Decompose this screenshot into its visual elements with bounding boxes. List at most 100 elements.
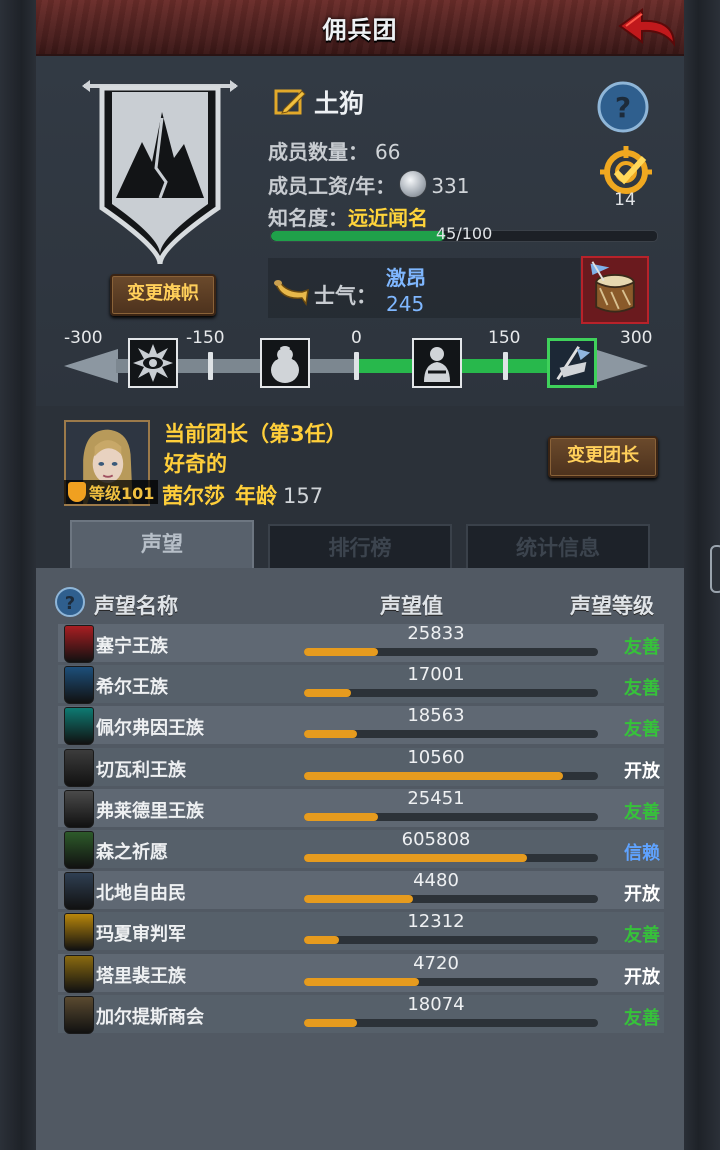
table-row[interactable]: 玛夏审判军 12312 友善: [58, 911, 664, 952]
header-level: 声望等级: [570, 594, 654, 618]
change-flag-button[interactable]: 变更旗帜: [110, 274, 216, 316]
quest-count: 14: [614, 190, 636, 210]
scale-tick: [208, 352, 213, 380]
guild-banner-icon: [82, 80, 238, 265]
reputation-bar: [304, 853, 598, 862]
mood-crazed-icon[interactable]: [128, 338, 178, 388]
castle-crest-icon: [64, 748, 94, 787]
reputation-level: 开放: [624, 884, 660, 906]
leader-age: 157: [283, 484, 324, 508]
side-drawer-handle[interactable]: [710, 545, 720, 593]
reputation-level: 开放: [624, 966, 660, 988]
fame-progress-text: 45/100: [436, 224, 493, 243]
reputation-value: 12312: [407, 911, 465, 933]
header-value: 声望值: [380, 594, 443, 618]
reputation-level: 友善: [624, 637, 660, 658]
reputation-fill: [304, 648, 378, 656]
mood-despair-icon[interactable]: [260, 338, 310, 388]
reputation-bar: [304, 689, 598, 698]
reputation-level: 友善: [624, 801, 660, 823]
morale-value: 245: [386, 292, 425, 316]
horn-icon: [274, 280, 309, 307]
table-row[interactable]: 加尔提斯商会 18074 友善: [58, 993, 664, 1034]
reputation-value: 10560: [407, 746, 465, 768]
reputation-fill: [304, 812, 378, 821]
reputation-level: 友善: [624, 678, 660, 700]
mood-inspired-icon[interactable]: [547, 338, 597, 388]
member-count-label: 成员数量：: [268, 140, 368, 164]
reputation-value: 4480: [413, 870, 459, 892]
back-arrow-icon[interactable]: [616, 4, 680, 50]
reputation-bar: [304, 977, 598, 986]
morale-label: 士气：: [314, 284, 377, 308]
table-row[interactable]: 佩尔弗因王族 18563 友善: [58, 705, 664, 746]
morale-state: 激昂: [386, 266, 426, 290]
leader-section: 等级101 当前团长（第3任） 好奇的 茜尔莎 年龄 157 变更团长: [36, 408, 684, 508]
reputation-rows: 塞宁王族 25833 友善 希尔王族 17001 友善 佩尔弗因王族 18563 友善 切瓦利王族…: [58, 623, 664, 1036]
faction-name: 加尔提斯商会: [96, 1006, 204, 1028]
reputation-bar: [304, 936, 598, 945]
leader-name: 茜尔莎: [162, 484, 225, 508]
reputation-value: 4720: [413, 952, 459, 974]
wave-crest-icon: [64, 707, 94, 746]
tab-ranking[interactable]: 排行榜: [268, 524, 452, 570]
bear-crest-icon: [64, 872, 94, 911]
scale-label: 0: [351, 328, 362, 348]
tab-bar: 声望 排行榜 统计信息: [70, 520, 656, 572]
reputation-bar: [304, 895, 598, 904]
tab-reputation[interactable]: 声望: [70, 520, 254, 572]
member-count-row: 成员数量： 66: [268, 136, 400, 165]
table-header: ? 声望名称 声望值 声望等级: [36, 582, 684, 622]
scale-right-arrow: [594, 349, 648, 383]
faction-name: 塞宁王族: [96, 636, 168, 657]
faction-name: 佩尔弗因王族: [96, 718, 204, 740]
edit-name-icon[interactable]: [274, 87, 306, 117]
reputation-value: 25833: [407, 623, 465, 644]
fame-label: 知名度：: [268, 206, 348, 230]
crown-crest-icon: [64, 954, 94, 993]
guild-name-row: 土狗: [274, 84, 364, 120]
chest-crest-icon: [64, 995, 94, 1034]
table-row[interactable]: 北地自由民 4480 开放: [58, 870, 664, 911]
dragon-crest-icon: [64, 625, 94, 663]
fame-row: 知名度：远近闻名: [268, 202, 428, 231]
reputation-value: 18563: [407, 705, 465, 727]
reputation-fill: [304, 853, 528, 862]
reputation-value: 18074: [407, 993, 465, 1015]
faction-name: 塔里裴王族: [96, 965, 186, 987]
shield-icon: [68, 482, 86, 502]
help-icon[interactable]: ?: [596, 80, 650, 134]
reputation-value: 17001: [407, 664, 465, 686]
mood-calm-icon[interactable]: [412, 338, 462, 388]
faction-name: 希尔王族: [96, 677, 168, 699]
table-row[interactable]: 塞宁王族 25833 友善: [58, 623, 664, 663]
table-row[interactable]: 塔里裴王族 4720 开放: [58, 952, 664, 993]
reputation-fill: [304, 730, 357, 739]
faction-name: 弗莱德里王族: [96, 800, 204, 822]
table-row[interactable]: 切瓦利王族 10560 开放: [58, 746, 664, 787]
reputation-bar: [304, 648, 598, 656]
reputation-fill: [304, 936, 340, 945]
reputation-fill: [304, 771, 563, 780]
member-count-value: 66: [374, 140, 401, 164]
faction-name: 森之祈愿: [96, 841, 168, 863]
reputation-fill: [304, 895, 413, 904]
sun-crest-icon: [64, 913, 94, 952]
war-drum-icon[interactable]: [581, 256, 649, 324]
table-row[interactable]: 希尔王族 17001 友善: [58, 664, 664, 705]
scale-tick: [354, 352, 359, 380]
leader-level-badge: 等级101: [64, 480, 159, 504]
faction-name: 北地自由民: [96, 883, 186, 905]
right-frame: [684, 0, 720, 1150]
table-row[interactable]: 森之祈愿 605808 信赖: [58, 829, 664, 869]
scale-label: 300: [620, 328, 653, 348]
table-row[interactable]: 弗莱德里王族 25451 友善: [58, 788, 664, 828]
fame-progress-fill: [271, 231, 445, 241]
change-leader-button[interactable]: 变更团长: [548, 436, 658, 478]
tab-statistics[interactable]: 统计信息: [466, 524, 650, 570]
silver-coin-icon: [399, 170, 428, 198]
help-icon[interactable]: ?: [54, 586, 86, 618]
leader-info: 茜尔莎 年龄 157: [162, 480, 323, 510]
leader-age-label: 年龄: [235, 484, 277, 508]
morale-scale: -300 -150 0 150 300: [36, 326, 684, 404]
